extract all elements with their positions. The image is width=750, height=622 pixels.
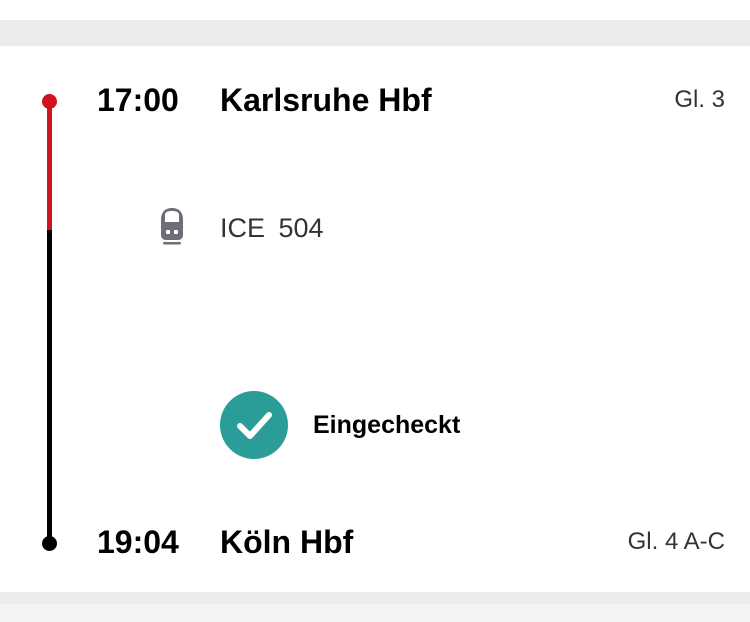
arrival-stop-dot xyxy=(42,536,57,551)
timeline-remaining-segment xyxy=(47,230,52,544)
departure-time: 17:00 xyxy=(97,82,179,118)
checkin-status-label: Eingecheckt xyxy=(313,411,461,439)
next-card xyxy=(0,604,750,622)
departure-stop-dot xyxy=(42,94,57,109)
journey-card[interactable]: 17:00 Karlsruhe Hbf Gl. 3 ICE 504 Eingec… xyxy=(0,46,750,592)
checkmark-circle-icon xyxy=(220,391,288,459)
train-number[interactable]: ICE 504 xyxy=(220,210,324,246)
departure-station[interactable]: Karlsruhe Hbf xyxy=(220,80,432,120)
previous-card xyxy=(0,0,750,20)
train-icon xyxy=(161,208,183,245)
arrival-platform: Gl. 4 A-C xyxy=(627,528,725,555)
arrival-time: 19:04 xyxy=(97,524,179,560)
journey-screen: 17:00 Karlsruhe Hbf Gl. 3 ICE 504 Eingec… xyxy=(0,0,750,622)
arrival-station[interactable]: Köln Hbf xyxy=(220,522,353,562)
departure-platform: Gl. 3 xyxy=(674,86,725,113)
timeline-progress-segment xyxy=(47,102,52,230)
